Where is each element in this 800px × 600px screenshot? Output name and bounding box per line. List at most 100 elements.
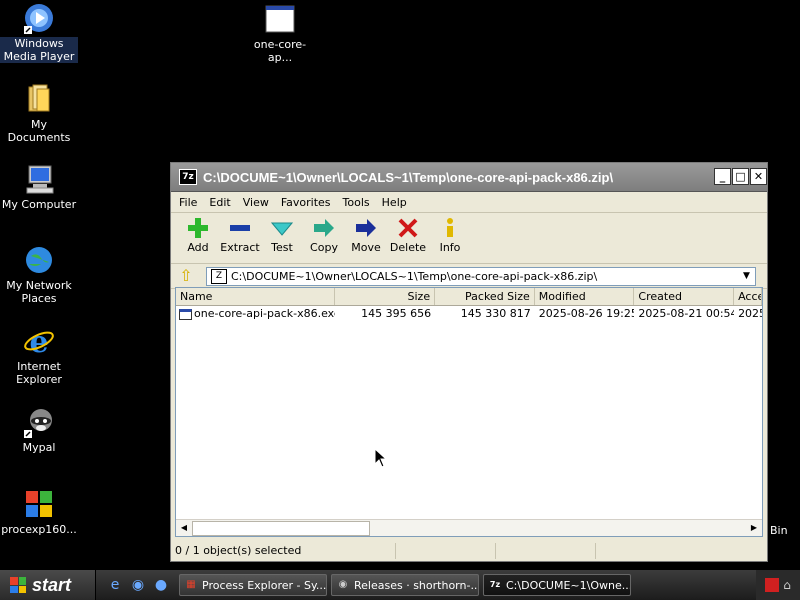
windows-media-player-icon (23, 2, 55, 34)
copy-arrow-icon (303, 217, 345, 239)
move-arrow-icon (345, 217, 387, 239)
task-process-explorer[interactable]: ▦ Process Explorer - Sy... (179, 574, 327, 596)
desktop-recycle-bin-label[interactable]: Bin (770, 524, 788, 537)
desktop-icon-label: My Computer (1, 198, 77, 211)
menu-tools[interactable]: Tools (343, 196, 370, 209)
exe-file-icon (179, 308, 192, 320)
menu-view[interactable]: View (243, 196, 269, 209)
start-button[interactable]: start (0, 570, 96, 600)
info-button[interactable]: Info (429, 213, 471, 263)
desktop-icon-label: Internet Explorer (16, 360, 62, 386)
toolbar: Add Extract Test Copy Move Delete Info (171, 213, 767, 264)
desktop-icon-label: Mypal (22, 441, 56, 454)
info-icon (429, 217, 471, 239)
chevron-down-icon[interactable]: ▼ (738, 268, 755, 285)
delete-button[interactable]: Delete (387, 213, 429, 263)
desktop-icon-label: procexp160... (1, 523, 77, 536)
7zip-icon: 7z (179, 169, 197, 185)
menu-help[interactable]: Help (382, 196, 407, 209)
window-title: C:\DOCUME~1\Owner\LOCALS~1\Temp\one-core… (203, 169, 614, 185)
file-packed-size-cell: 145 330 817 (460, 307, 531, 320)
list-header: Name Size Packed Size Modified Created A… (176, 288, 762, 306)
menu-favorites[interactable]: Favorites (281, 196, 331, 209)
desktop-icon-windows-media-player[interactable]: Windows Media Player (0, 2, 78, 63)
maximize-button[interactable]: □ (732, 168, 749, 185)
scroll-right-button[interactable]: ▶ (746, 520, 762, 536)
horizontal-scrollbar[interactable]: ◀ ▶ (176, 519, 762, 536)
7zip-window: 7z C:\DOCUME~1\Owner\LOCALS~1\Temp\one-c… (170, 162, 768, 562)
scroll-thumb[interactable] (192, 521, 370, 536)
media-quicklaunch-icon[interactable]: ● (152, 576, 170, 594)
zip-archive-icon: Z (211, 268, 227, 284)
address-text: C:\DOCUME~1\Owner\LOCALS~1\Temp\one-core… (231, 269, 598, 283)
desktop-icon-my-computer[interactable]: My Computer (0, 163, 78, 211)
desktop-icon-internet-explorer[interactable]: e Internet Explorer (0, 325, 78, 386)
process-explorer-icon (23, 488, 55, 520)
menu-edit[interactable]: Edit (209, 196, 230, 209)
status-cell-modified (595, 543, 765, 559)
plus-icon (177, 217, 219, 239)
column-header-packed-size[interactable]: Packed Size (435, 288, 535, 305)
file-created-cell: 2025-08-21 00:54 (638, 307, 735, 320)
quick-launch: e ◉ ● (106, 576, 175, 594)
window-icon (264, 3, 296, 35)
minus-icon (219, 217, 261, 239)
tray-icon[interactable]: ⌂ (783, 578, 791, 592)
menu-file[interactable]: File (179, 196, 197, 209)
address-field[interactable]: Z C:\DOCUME~1\Owner\LOCALS~1\Temp\one-co… (206, 266, 756, 286)
7zip-icon: 7z (489, 580, 501, 589)
file-accessed-cell: 2025 (738, 307, 762, 320)
column-header-created[interactable]: Created (634, 288, 735, 305)
file-modified-cell: 2025-08-26 19:25 (538, 307, 635, 320)
mypal-quicklaunch-icon[interactable]: ◉ (129, 576, 147, 594)
title-bar[interactable]: 7z C:\DOCUME~1\Owner\LOCALS~1\Temp\one-c… (171, 163, 767, 192)
column-header-accessed[interactable]: Acce (734, 288, 762, 305)
delete-icon (387, 217, 429, 239)
status-bar: 0 / 1 object(s) selected (171, 541, 767, 561)
status-cell-size (395, 543, 495, 559)
system-tray: ⌂ (756, 570, 800, 600)
extract-button[interactable]: Extract (219, 213, 261, 263)
task-releases[interactable]: ◉ Releases · shorthorn-... (331, 574, 479, 596)
desktop-icon-label: one-core-ap... (253, 38, 307, 64)
desktop-icon-one-core-ap[interactable]: one-core-ap... (241, 3, 319, 64)
process-explorer-icon: ▦ (186, 579, 196, 590)
add-button[interactable]: Add (177, 213, 219, 263)
copy-button[interactable]: Copy (303, 213, 345, 263)
folder-up-button[interactable]: ⇧ (176, 267, 196, 285)
desktop-icon-my-network-places[interactable]: My Network Places (0, 244, 78, 305)
test-icon (261, 217, 303, 239)
menu-bar: File Edit View Favorites Tools Help (171, 192, 767, 213)
internet-explorer-icon: e (23, 325, 55, 360)
file-list[interactable]: Name Size Packed Size Modified Created A… (175, 287, 763, 537)
minimize-button[interactable]: _ (714, 168, 731, 185)
status-text: 0 / 1 object(s) selected (175, 544, 302, 557)
scroll-left-button[interactable]: ◀ (176, 520, 192, 536)
column-header-modified[interactable]: Modified (535, 288, 635, 305)
taskbar: start e ◉ ● ▦ Process Explorer - Sy... ◉… (0, 570, 800, 600)
svg-text:e: e (29, 325, 48, 357)
desktop-icon-label: Windows Media Player (0, 37, 78, 63)
address-bar: ⇧ Z C:\DOCUME~1\Owner\LOCALS~1\Temp\one-… (171, 264, 767, 289)
move-button[interactable]: Move (345, 213, 387, 263)
task-7zip[interactable]: 7z C:\DOCUME~1\Owne... (483, 574, 631, 596)
mypal-icon (23, 406, 55, 438)
file-name-cell: one-core-api-pack-x86.exe (176, 306, 335, 322)
file-size-cell: 145 395 656 (361, 307, 432, 320)
column-header-size[interactable]: Size (335, 288, 436, 305)
desktop-icon-mypal[interactable]: Mypal (0, 406, 78, 454)
folder-icon (23, 83, 55, 115)
test-button[interactable]: Test (261, 213, 303, 263)
desktop-icon-my-documents[interactable]: My Documents (0, 83, 78, 144)
table-row[interactable]: one-core-api-pack-x86.exe 145 395 656 14… (176, 306, 762, 322)
computer-icon (23, 163, 55, 195)
internet-explorer-icon[interactable]: e (106, 576, 124, 594)
mouse-cursor-icon (374, 447, 388, 471)
windows-flag-icon (10, 577, 26, 593)
tray-icon[interactable] (765, 578, 780, 592)
desktop-icon-label: My Documents (7, 118, 71, 144)
mypal-icon: ◉ (338, 579, 348, 590)
desktop-icon-procexp[interactable]: procexp160... (0, 488, 78, 536)
column-header-name[interactable]: Name (176, 288, 336, 305)
close-button[interactable]: ✕ (750, 168, 767, 185)
